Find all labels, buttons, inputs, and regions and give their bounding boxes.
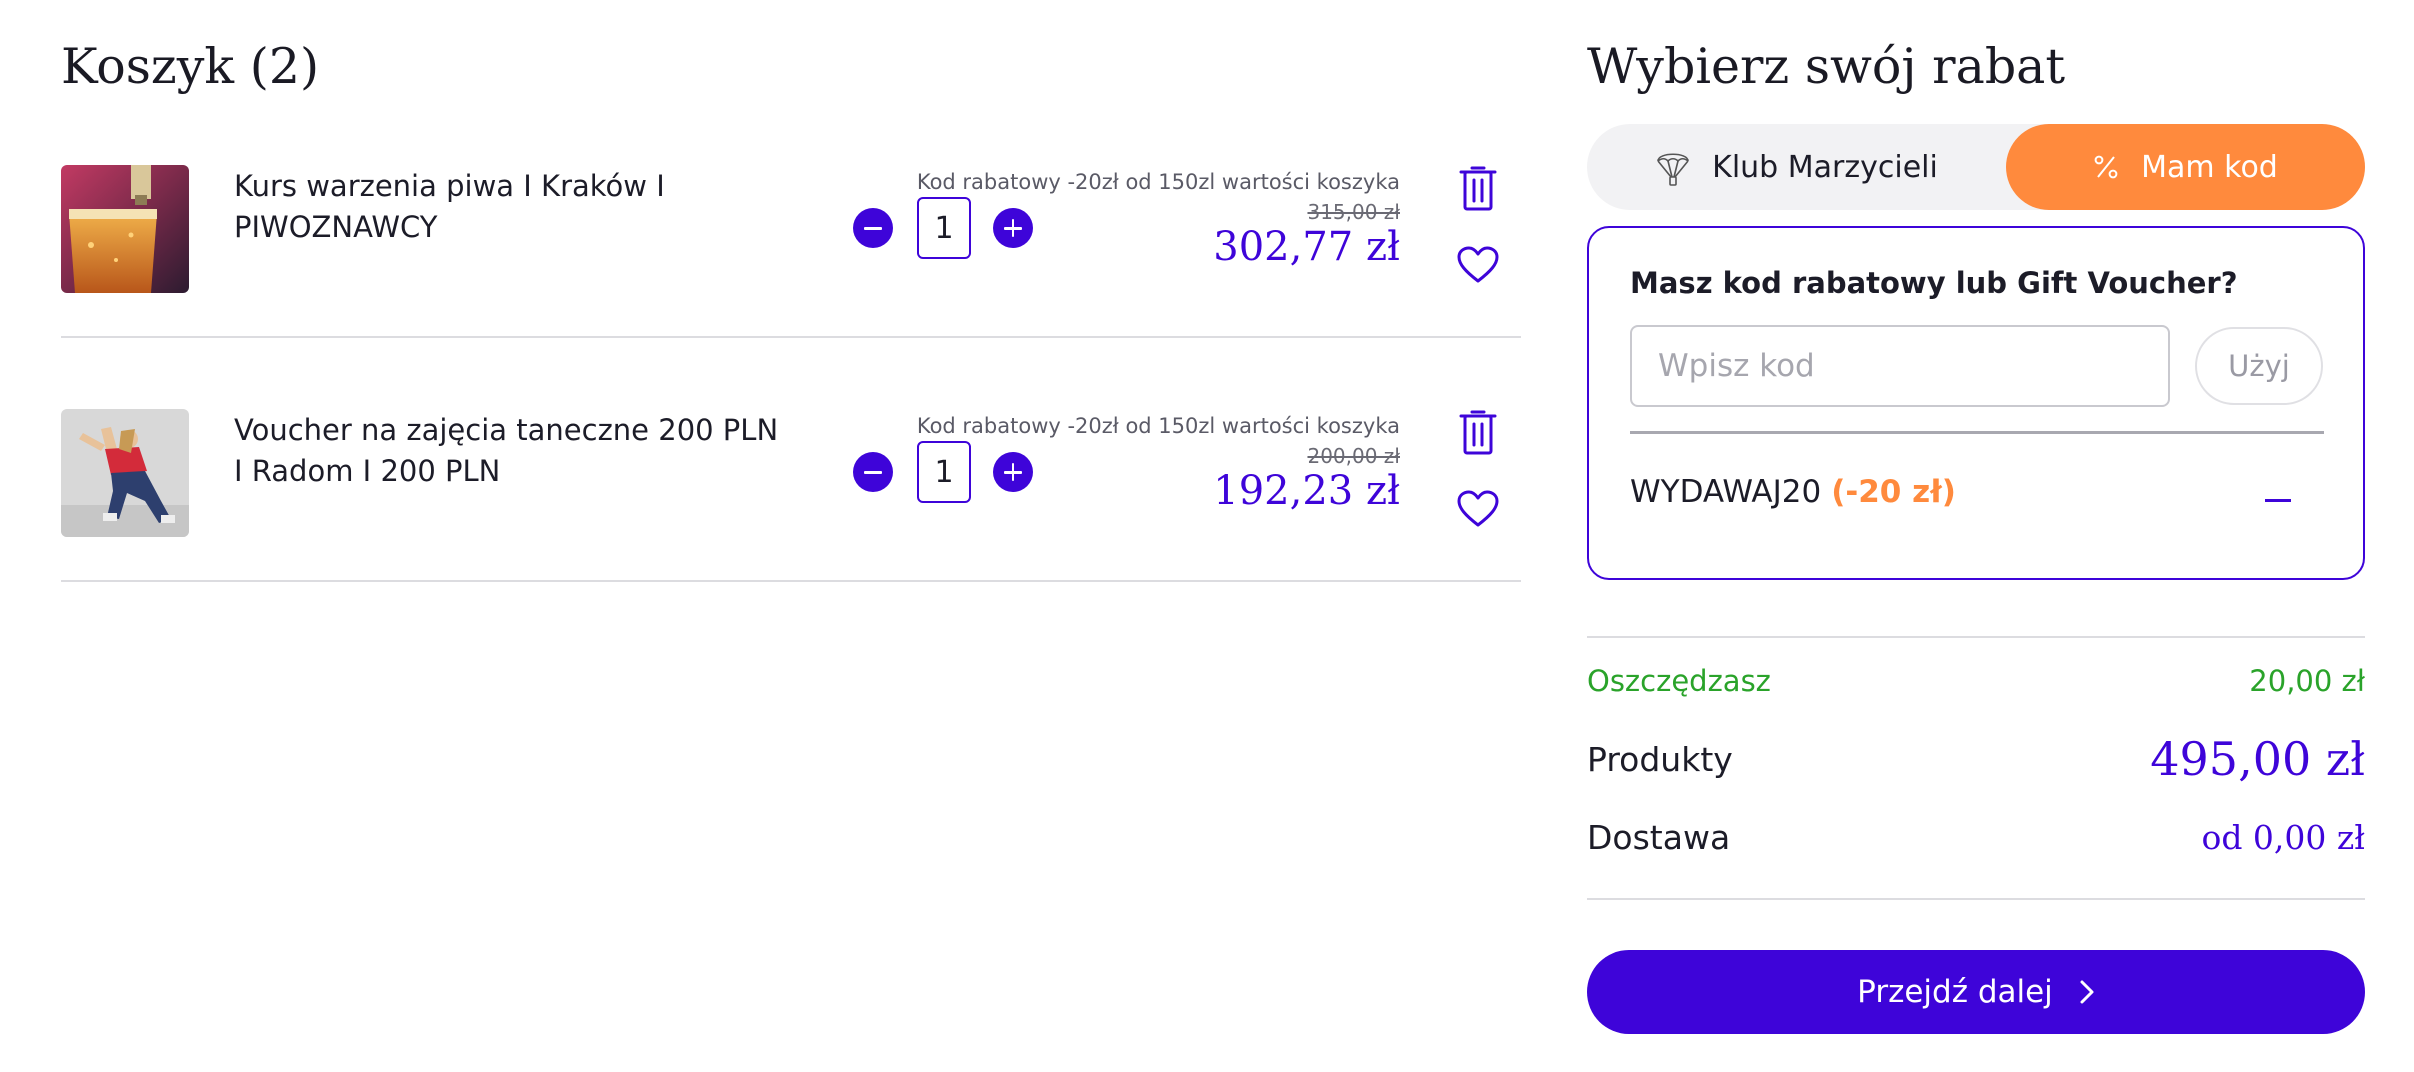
old-price: 200,00 zł	[1307, 444, 1400, 468]
item-price: 192,23 zł	[1213, 468, 1400, 514]
products-row: Produkty 495,00 zł	[1587, 732, 2365, 786]
minus-icon	[864, 227, 882, 230]
remove-code-button[interactable]	[2265, 487, 2291, 513]
trash-icon	[1459, 410, 1497, 455]
discount-code-question: Masz kod rabatowy lub Gift Voucher?	[1630, 266, 2238, 300]
percent-icon	[2093, 154, 2119, 180]
summary-divider	[1587, 898, 2365, 900]
shipping-value: od 0,00 zł	[2201, 818, 2365, 857]
cart-item: Kurs warzenia piwa I Kraków I PIWOZNAWCY…	[61, 94, 1521, 338]
products-total: 495,00 zł	[2150, 732, 2365, 786]
tab-label: Klub Marzycieli	[1712, 149, 1938, 185]
product-name[interactable]: Kurs warzenia piwa I Kraków I PIWOZNAWCY	[234, 166, 794, 248]
price-block: Kod rabatowy -20zł od 150zl wartości kos…	[917, 414, 1400, 514]
decrease-quantity-button[interactable]	[853, 208, 893, 248]
discount-type-switch: Klub Marzycieli Mam kod	[1587, 124, 2365, 210]
product-name[interactable]: Voucher na zajęcia taneczne 200 PLN I Ra…	[234, 410, 794, 492]
parachute-icon	[1656, 147, 1690, 187]
products-label: Produkty	[1587, 739, 1733, 779]
minus-icon	[2265, 499, 2291, 502]
heart-icon	[1457, 490, 1499, 527]
tab-mam-kod[interactable]: Mam kod	[2006, 124, 2365, 210]
shipping-label: Dostawa	[1587, 818, 1731, 857]
price-block: Kod rabatowy -20zł od 150zl wartości kos…	[917, 170, 1400, 270]
applied-code-amount: (-20 zł)	[1831, 474, 1956, 510]
product-thumbnail-dance[interactable]	[61, 409, 189, 537]
minus-icon	[864, 471, 882, 474]
cart-item: Voucher na zajęcia taneczne 200 PLN I Ra…	[61, 338, 1521, 582]
discount-code-input[interactable]	[1630, 325, 2170, 407]
product-thumbnail-beer[interactable]	[61, 165, 189, 293]
promo-note: Kod rabatowy -20zł od 150zl wartości kos…	[916, 170, 1400, 194]
code-divider	[1630, 431, 2324, 434]
summary-divider	[1587, 636, 2365, 638]
savings-row: Oszczędzasz 20,00 zł	[1587, 664, 2365, 698]
checkout-label: Przejdź dalej	[1857, 974, 2053, 1010]
cart-title: Koszyk (2)	[61, 38, 320, 95]
decrease-quantity-button[interactable]	[853, 452, 893, 492]
shipping-row: Dostawa od 0,00 zł	[1587, 818, 2365, 857]
add-to-favorites-button[interactable]	[1457, 490, 1499, 532]
checkout-button[interactable]: Przejdź dalej	[1587, 950, 2365, 1034]
apply-code-button[interactable]: Użyj	[2195, 327, 2323, 405]
discount-title: Wybierz swój rabat	[1587, 38, 2066, 95]
chevron-right-icon	[2079, 979, 2095, 1005]
applied-code: WYDAWAJ20 (-20 zł)	[1630, 474, 1956, 510]
delete-item-button[interactable]	[1459, 410, 1497, 460]
promo-note: Kod rabatowy -20zł od 150zl wartości kos…	[916, 414, 1400, 438]
add-to-favorites-button[interactable]	[1457, 246, 1499, 288]
savings-label: Oszczędzasz	[1587, 664, 1771, 698]
old-price: 315,00 zł	[1307, 200, 1400, 224]
item-divider	[61, 580, 1521, 582]
savings-value: 20,00 zł	[2249, 664, 2365, 698]
applied-code-name: WYDAWAJ20	[1630, 474, 1822, 510]
item-price: 302,77 zł	[1213, 224, 1400, 270]
delete-item-button[interactable]	[1459, 166, 1497, 216]
tab-label: Mam kod	[2141, 149, 2278, 185]
trash-icon	[1459, 166, 1497, 211]
discount-code-panel: Masz kod rabatowy lub Gift Voucher? Użyj…	[1587, 226, 2365, 580]
heart-icon	[1457, 246, 1499, 283]
tab-klub-marzycieli[interactable]: Klub Marzycieli	[1587, 124, 2007, 210]
